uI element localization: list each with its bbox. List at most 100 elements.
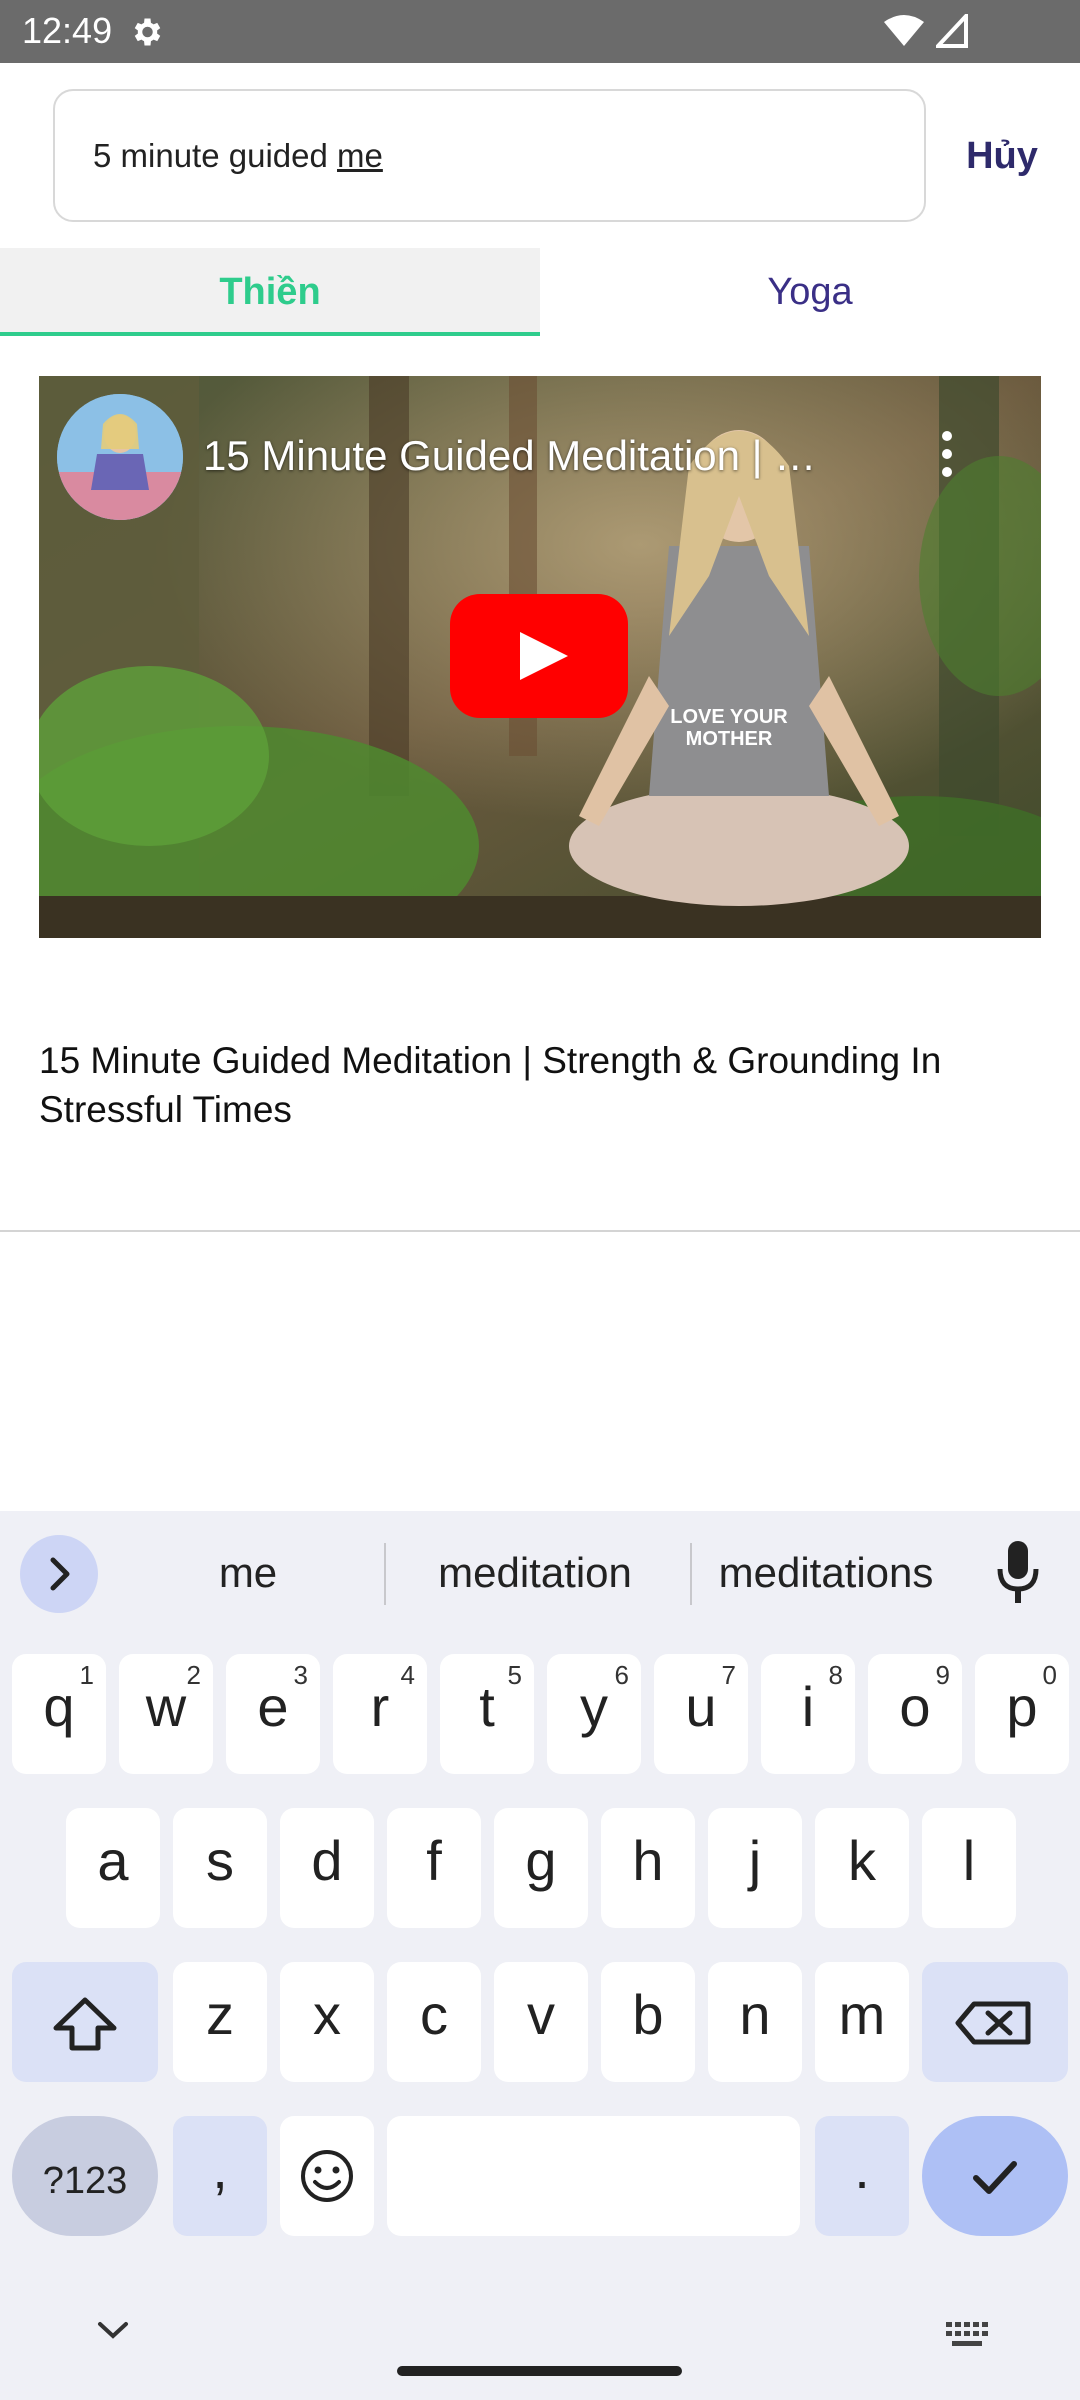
more-options-icon[interactable]	[935, 430, 959, 478]
key-b[interactable]: b	[601, 1962, 695, 2082]
backspace-key[interactable]	[922, 1962, 1068, 2082]
home-gesture-pill[interactable]	[397, 2366, 682, 2376]
status-time: 12:49	[22, 10, 113, 51]
key-z-label: z	[206, 1983, 234, 2046]
key-b-label: b	[632, 1983, 664, 2046]
key-o-alt: 9	[935, 1660, 950, 1690]
suggestion-1[interactable]: me	[150, 1533, 346, 1613]
suggestion-expand-button[interactable]	[20, 1535, 98, 1613]
key-u[interactable]: u7	[654, 1654, 748, 1774]
key-r-alt: 4	[400, 1660, 415, 1690]
key-x[interactable]: x	[280, 1962, 374, 2082]
key-i-alt: 8	[828, 1660, 843, 1690]
cancel-button[interactable]: Hủy	[942, 128, 1062, 184]
shift-key[interactable]	[12, 1962, 158, 2082]
settings-gear-icon	[134, 18, 161, 46]
key-g-label: g	[525, 1829, 557, 1892]
key-y-alt: 6	[614, 1660, 629, 1690]
status-bar: 12:49	[0, 0, 1080, 63]
key-n[interactable]: n	[708, 1962, 802, 2082]
key-t[interactable]: t5	[440, 1654, 534, 1774]
key-l-label: l	[962, 1829, 976, 1892]
keyboard-switcher-icon[interactable]	[946, 2322, 990, 2348]
key-p[interactable]: p0	[975, 1654, 1069, 1774]
key-p-alt: 0	[1042, 1660, 1057, 1690]
key-k-label: k	[848, 1829, 876, 1892]
key-c-label: c	[420, 1983, 448, 2046]
key-n-label: n	[739, 1983, 771, 2046]
backspace-icon	[955, 2001, 1031, 2045]
key-o[interactable]: o9	[868, 1654, 962, 1774]
key-t-alt: 5	[507, 1660, 522, 1690]
tab-thien[interactable]: Thiền	[0, 248, 540, 336]
key-y[interactable]: y6	[547, 1654, 641, 1774]
comma-key[interactable]: ,	[173, 2116, 267, 2236]
key-d[interactable]: d	[280, 1808, 374, 1928]
key-l[interactable]: l	[922, 1808, 1016, 1928]
key-s[interactable]: s	[173, 1808, 267, 1928]
key-j-label: j	[748, 1829, 762, 1892]
category-tabs: Thiền Yoga	[0, 248, 1080, 336]
key-j[interactable]: j	[708, 1808, 802, 1928]
key-q[interactable]: q1	[12, 1654, 106, 1774]
key-u-alt: 7	[721, 1660, 736, 1690]
comma-key-label: ,	[212, 2137, 228, 2200]
key-k[interactable]: k	[815, 1808, 909, 1928]
period-key[interactable]: .	[815, 2116, 909, 2236]
key-m-label: m	[838, 1983, 886, 2046]
chevron-right-icon	[50, 1557, 70, 1591]
keyboard: me meditation meditations q1 w2 e3 r4 t5…	[0, 1511, 1080, 2400]
channel-avatar[interactable]	[57, 394, 183, 520]
key-i[interactable]: i8	[761, 1654, 855, 1774]
suggestion-separator	[690, 1543, 692, 1605]
key-e-alt: 3	[293, 1660, 308, 1690]
key-h-label: h	[632, 1829, 664, 1892]
key-z[interactable]: z	[173, 1962, 267, 2082]
key-x-label: x	[313, 1983, 341, 2046]
key-a-label: a	[97, 1829, 129, 1892]
shirt-print-text: LOVE YOUR MOTHER	[670, 706, 788, 750]
suggestion-2[interactable]: meditation	[390, 1533, 680, 1613]
shift-icon	[53, 1997, 117, 2051]
suggestion-3[interactable]: meditations	[696, 1533, 956, 1613]
key-v[interactable]: v	[494, 1962, 588, 2082]
symbols-key-label: ?123	[42, 2160, 128, 2202]
key-r[interactable]: r4	[333, 1654, 427, 1774]
search-input-text: 5 minute guided me	[93, 135, 383, 177]
key-v-label: v	[527, 1983, 555, 2046]
key-a[interactable]: a	[66, 1808, 160, 1928]
tab-yoga[interactable]: Yoga	[540, 248, 1080, 336]
cell-signal-icon	[936, 14, 968, 48]
key-h[interactable]: h	[601, 1808, 695, 1928]
channel-avatar-image	[57, 394, 183, 520]
enter-key[interactable]	[922, 2116, 1068, 2236]
key-c[interactable]: c	[387, 1962, 481, 2082]
emoji-icon	[301, 2150, 353, 2202]
suggestion-separator	[384, 1543, 386, 1605]
key-w-alt: 2	[186, 1660, 201, 1690]
key-q-alt: 1	[79, 1660, 94, 1690]
symbols-key[interactable]: ?123	[12, 2116, 158, 2236]
youtube-play-icon[interactable]	[450, 594, 628, 718]
video-overlay-title: 15 Minute Guided Meditation | …	[203, 432, 817, 479]
video-title[interactable]: 15 Minute Guided Meditation | Strength &…	[39, 1036, 1039, 1134]
period-key-label: .	[854, 2137, 870, 2200]
space-key[interactable]	[387, 2116, 800, 2236]
key-m[interactable]: m	[815, 1962, 909, 2082]
key-e[interactable]: e3	[226, 1654, 320, 1774]
video-player[interactable]: LOVE YOUR MOTHER 15 Minute Guided Medita…	[39, 376, 1041, 938]
wifi-icon	[884, 15, 924, 46]
search-text-composing: me	[337, 137, 383, 174]
key-s-label: s	[206, 1829, 234, 1892]
key-f[interactable]: f	[387, 1808, 481, 1928]
key-g[interactable]: g	[494, 1808, 588, 1928]
microphone-icon[interactable]	[994, 1539, 1042, 1607]
search-input[interactable]: 5 minute guided me	[53, 89, 926, 222]
search-text-prefix: 5 minute guided	[93, 137, 338, 174]
key-f-label: f	[426, 1829, 442, 1892]
hide-keyboard-chevron-icon[interactable]	[96, 2318, 130, 2342]
checkmark-icon	[973, 2161, 1017, 2194]
key-w[interactable]: w2	[119, 1654, 213, 1774]
emoji-key[interactable]	[280, 2116, 374, 2236]
divider	[0, 1230, 1080, 1232]
